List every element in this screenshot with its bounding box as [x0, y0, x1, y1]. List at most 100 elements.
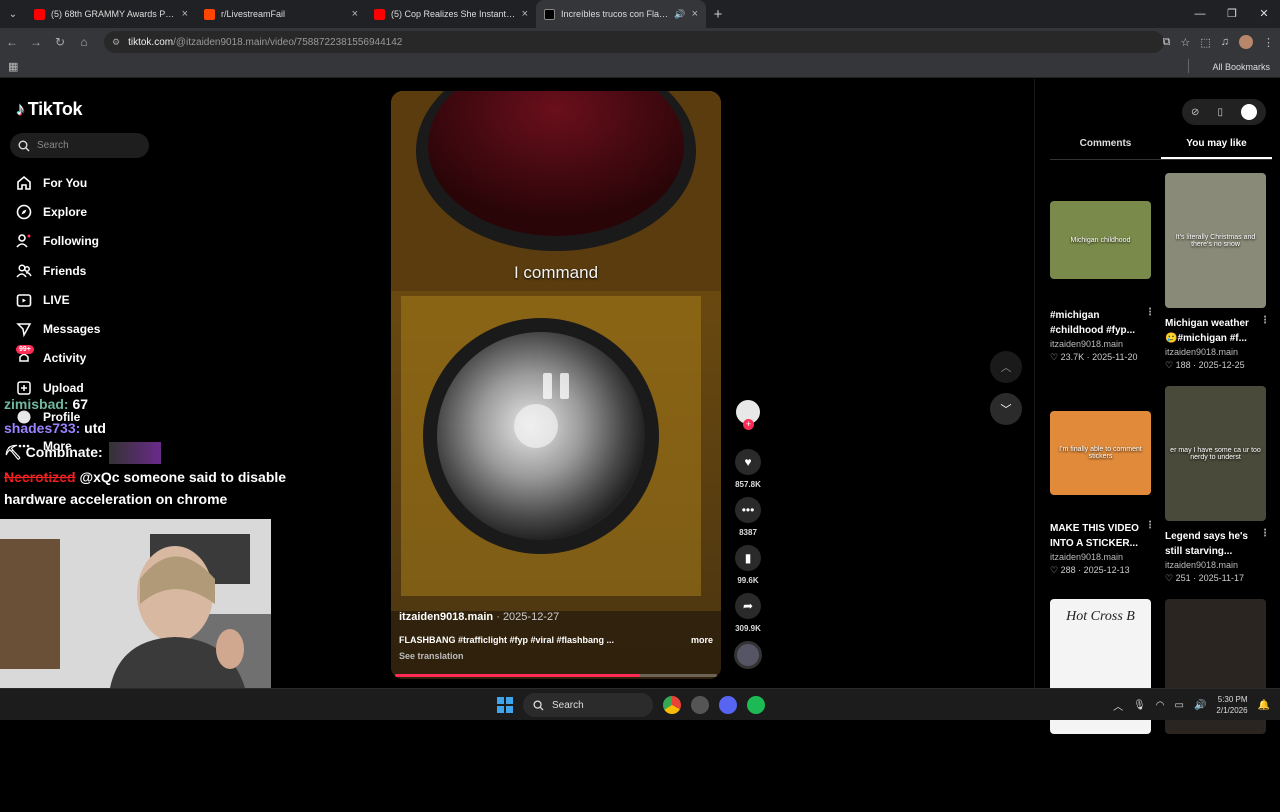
follow-plus-icon[interactable]: +: [743, 419, 754, 430]
card-author[interactable]: itzaiden9018.main: [1050, 552, 1151, 562]
window-controls: — ❐ ✕: [1184, 0, 1280, 28]
see-translation-link[interactable]: See translation: [399, 651, 713, 661]
card-date: 2025-12-25: [1198, 360, 1245, 370]
tab-close-icon[interactable]: ×: [352, 8, 358, 20]
sidebar-item-following[interactable]: Following: [16, 227, 100, 256]
pause-icon[interactable]: [531, 361, 581, 411]
notification-icon[interactable]: 🔔: [1258, 700, 1270, 711]
next-video-button[interactable]: ﹀: [990, 393, 1022, 425]
video-author[interactable]: itzaiden9018.main: [399, 611, 493, 623]
search-box[interactable]: [10, 133, 149, 158]
sidebar-item-friends[interactable]: Friends: [16, 256, 100, 285]
share-button[interactable]: ➦ 309.9K: [734, 593, 762, 633]
address-bar[interactable]: ⚙ tiktok.com/@itzaiden9018.main/video/75…: [104, 31, 1164, 53]
battery-icon[interactable]: ▭: [1175, 700, 1184, 711]
chat-text: utd: [80, 420, 106, 436]
close-window-button[interactable]: ✕: [1248, 0, 1280, 28]
card-author[interactable]: itzaiden9018.main: [1165, 347, 1266, 357]
bookmark-star-icon[interactable]: ☆: [1180, 36, 1190, 49]
clock[interactable]: 5:30 PM 2/1/2026: [1216, 694, 1247, 716]
music-disc[interactable]: [734, 641, 762, 669]
reload-button[interactable]: ↻: [48, 35, 72, 49]
apps-grid-icon[interactable]: ▦: [8, 60, 18, 73]
tray-overflow-icon[interactable]: ︿: [1113, 698, 1123, 713]
sidebar-item-label: For You: [43, 175, 88, 190]
card-stats: ♡ 23.7K · 2025-11-20: [1050, 352, 1138, 362]
recommended-video-card[interactable]: It's literally Christmas and there's no …: [1165, 173, 1270, 386]
minimize-button[interactable]: —: [1184, 0, 1216, 28]
chat-username: shades733:: [4, 420, 81, 436]
video-thumbnail[interactable]: I'm finally able to comment stickers: [1050, 411, 1151, 495]
like-icon: ♥: [735, 449, 761, 475]
app-taskbar-icon[interactable]: [691, 696, 709, 714]
recommended-video-card[interactable]: Michigan childhood #michigan #childhood #…: [1050, 173, 1155, 386]
card-author[interactable]: itzaiden9018.main: [1050, 339, 1151, 349]
browser-tab[interactable]: (5) 68th GRAMMY Awards Prem ×: [26, 0, 196, 28]
back-button[interactable]: ←: [0, 35, 24, 49]
chrome-taskbar-icon[interactable]: [663, 696, 681, 714]
clock-date: 2/1/2026: [1216, 706, 1248, 715]
tiktok-logo[interactable]: ♪ TikTok: [16, 99, 83, 120]
sidebar-item-messages[interactable]: Messages: [16, 314, 100, 343]
taskbar-search[interactable]: Search: [523, 693, 653, 717]
browser-tab[interactable]: Increíbles trucos con Flashb 🔊 ×: [536, 0, 706, 28]
creator-avatar[interactable]: +: [736, 400, 760, 430]
spotify-taskbar-icon[interactable]: [747, 696, 765, 714]
profile-avatar[interactable]: [1239, 35, 1253, 49]
comment-button[interactable]: ••• 8387: [734, 497, 762, 537]
media-controls-icon[interactable]: ♫: [1221, 36, 1229, 48]
sidebar-item-for-you[interactable]: For You: [16, 168, 100, 197]
like-button[interactable]: ♥ 857.8K: [734, 449, 762, 489]
previous-video-button[interactable]: ︿: [990, 351, 1022, 383]
maximize-button[interactable]: ❐: [1216, 0, 1248, 28]
extensions-icon[interactable]: ⬚: [1200, 36, 1210, 49]
browser-tab[interactable]: r/LivestreamFail ×: [196, 0, 366, 28]
new-tab-button[interactable]: +: [706, 6, 730, 23]
video-player[interactable]: I command itzaiden9018.main · 2025-12-27…: [391, 91, 721, 679]
video-thumbnail[interactable]: er may I have some ca ur too nerdy to un…: [1165, 386, 1266, 521]
toggle-switch[interactable]: [1240, 104, 1257, 120]
volume-icon[interactable]: 🔊: [1194, 700, 1206, 711]
tab-comments[interactable]: Comments: [1050, 134, 1161, 159]
recommended-video-card[interactable]: I'm finally able to comment stickers MAKE…: [1050, 386, 1155, 599]
bookmark-button[interactable]: ▮ 99.6K: [734, 545, 762, 585]
sidebar-item-label: Friends: [43, 263, 87, 278]
card-likes: 288: [1060, 565, 1076, 575]
forward-button[interactable]: →: [24, 35, 48, 49]
mic-icon[interactable]: 🎙: [1133, 700, 1146, 711]
taskbar-search-icon: [533, 699, 544, 711]
sidebar-item-activity[interactable]: 99+ Activity: [16, 344, 100, 373]
card-title: Legend says he's still starving...: [1165, 526, 1270, 559]
stream-chat-overlay: zimisbad: 67 shades733: utd ⛏ Combinate: Ne…: [4, 393, 334, 512]
streamer-webcam: [0, 519, 271, 688]
sidebar-item-live[interactable]: LIVE: [16, 285, 100, 314]
url-path: /@itzaiden9018.main/video/75887223815569…: [173, 36, 403, 48]
recommended-video-card[interactable]: er may I have some ca ur too nerdy to un…: [1165, 386, 1270, 599]
cast-icon[interactable]: ⧉: [1163, 36, 1171, 49]
browser-tab[interactable]: (5) Cop Realizes She Instantly E ×: [366, 0, 536, 28]
tab-audio-icon[interactable]: 🔊: [674, 9, 685, 20]
wifi-icon[interactable]: ◠: [1156, 700, 1165, 711]
video-thumbnail[interactable]: Michigan childhood: [1050, 201, 1151, 279]
home-icon: [16, 175, 32, 191]
windows-start-icon[interactable]: [497, 697, 513, 713]
search-input[interactable]: [37, 140, 137, 151]
device-icon[interactable]: ▯: [1217, 107, 1223, 118]
more-link[interactable]: more: [691, 635, 713, 645]
tab-close-icon[interactable]: ×: [182, 8, 188, 20]
tab-you-may-like[interactable]: You may like: [1161, 134, 1272, 159]
browser-menu-icon[interactable]: ⋮: [1263, 36, 1274, 49]
all-bookmarks-button[interactable]: All Bookmarks: [1188, 58, 1270, 73]
video-progress-bar[interactable]: [395, 674, 717, 677]
home-button[interactable]: ⌂: [72, 35, 96, 49]
video-thumbnail[interactable]: It's literally Christmas and there's no …: [1165, 173, 1266, 308]
card-author[interactable]: itzaiden9018.main: [1165, 560, 1266, 570]
autoscroll-icon[interactable]: ⊘: [1191, 107, 1199, 118]
tab-close-icon[interactable]: ×: [692, 8, 698, 20]
notification-badge: 99+: [16, 345, 34, 355]
site-info-icon[interactable]: ⚙: [112, 37, 120, 48]
tab-close-icon[interactable]: ×: [522, 8, 528, 20]
tab-search-button[interactable]: ⌄: [0, 0, 26, 28]
discord-taskbar-icon[interactable]: [719, 696, 737, 714]
sidebar-item-explore[interactable]: Explore: [16, 197, 100, 226]
